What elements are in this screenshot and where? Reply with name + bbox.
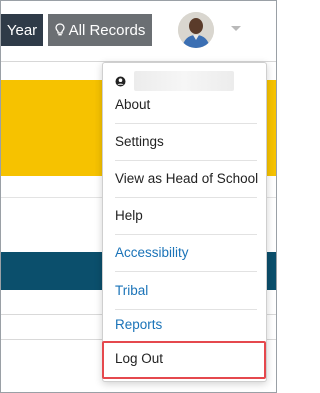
menu-item-view-as-head-of-school[interactable]: View as Head of School <box>115 171 260 186</box>
user-name-redacted <box>134 71 234 91</box>
menu-separator <box>115 309 257 310</box>
menu-separator <box>115 197 257 198</box>
user-name-row <box>115 71 255 91</box>
menu-separator <box>115 271 257 272</box>
menu-item-about[interactable]: About <box>115 97 260 112</box>
user-dropdown-menu: About Settings View as Head of School He… <box>102 62 267 382</box>
avatar-image <box>178 12 214 48</box>
menu-item-tribal[interactable]: Tribal <box>115 283 260 298</box>
menu-separator <box>115 160 257 161</box>
avatar[interactable] <box>178 12 214 48</box>
top-navigation-bar: Year All Records <box>1 1 276 61</box>
lightbulb-icon <box>54 23 65 36</box>
chevron-down-icon[interactable] <box>230 25 242 33</box>
menu-item-accessibility[interactable]: Accessibility <box>115 245 260 260</box>
all-records-label: All Records <box>68 21 146 39</box>
year-button-label: Year <box>6 21 38 39</box>
menu-separator <box>115 234 257 235</box>
menu-item-reports[interactable]: Reports <box>115 317 260 332</box>
log-out-highlight <box>102 341 266 379</box>
user-icon <box>115 76 126 86</box>
menu-separator <box>115 123 257 124</box>
app-frame: Year All Records About Settings View as … <box>0 0 277 393</box>
all-records-button[interactable]: All Records <box>48 14 152 46</box>
year-button[interactable]: Year <box>1 14 43 46</box>
menu-item-settings[interactable]: Settings <box>115 134 260 149</box>
menu-item-help[interactable]: Help <box>115 208 260 223</box>
